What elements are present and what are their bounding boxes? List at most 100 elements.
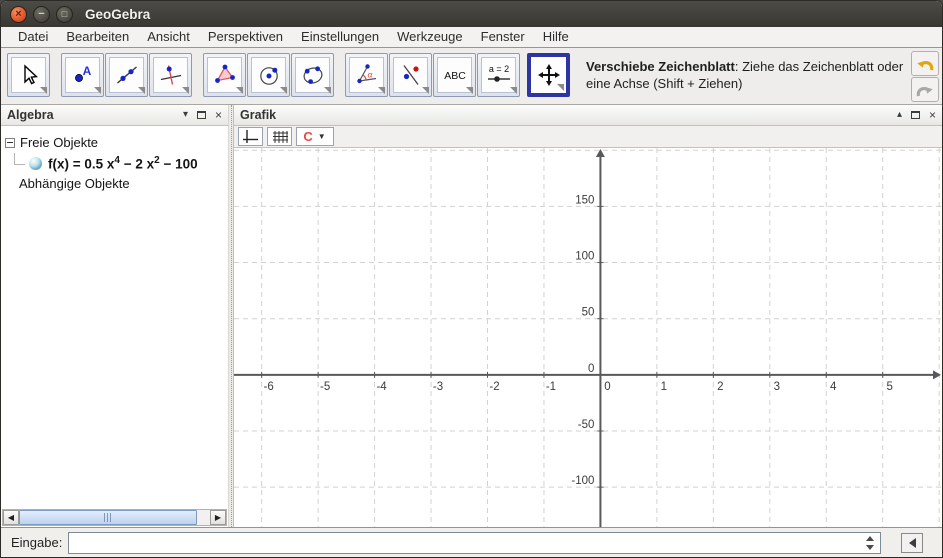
panel-close-icon[interactable]: × [929,109,936,121]
x-axis-tick-label: -1 [546,381,556,393]
window-close-button[interactable]: × [10,5,27,23]
maximize-icon: □ [61,8,68,19]
tool-dropdown-icon[interactable] [138,87,145,94]
algebra-input-field[interactable] [68,532,881,554]
tool-dropdown-icon[interactable] [324,87,331,94]
menu-datei[interactable]: Datei [9,27,57,47]
input-label: Eingabe: [11,535,63,550]
geogebra-window: × − □ GeoGebra Datei Bearbeiten Ansicht … [0,0,943,558]
algebra-panel-title: Algebra [7,108,54,122]
graphics-panel-header: Grafik ▴ × [234,105,942,126]
tool-point-button[interactable]: A [61,53,104,97]
function-tree-item[interactable]: f(x) = 0.5 x4 − 2 x2 − 100 [1,152,228,174]
tool-dropdown-icon[interactable] [378,87,385,94]
x-axis-tick-label: -5 [320,381,330,393]
input-history-spinner[interactable] [864,536,875,550]
undo-icon [917,60,934,70]
collapse-minus-icon[interactable] [5,137,15,148]
close-icon: × [15,7,22,20]
tool-ellipse-button[interactable] [291,53,334,97]
panel-undock-icon[interactable] [910,111,920,119]
tool-circle-button[interactable] [247,53,290,97]
window-minimize-button[interactable]: − [33,5,50,23]
function-definition: f(x) = 0.5 x4 − 2 x2 − 100 [48,154,198,172]
menu-werkzeuge[interactable]: Werkzeuge [388,27,472,47]
magnet-icon: C [303,129,313,144]
axes-icon [243,130,258,143]
scroll-left-arrow-icon[interactable]: ◀ [3,510,19,525]
tool-polygon-button[interactable] [203,53,246,97]
tool-perpendicular-line-button[interactable] [149,53,192,97]
point-capturing-button[interactable]: C ▼ [296,127,334,146]
tool-slider-button[interactable]: a = 2 [477,53,520,97]
menu-ansicht[interactable]: Ansicht [138,27,199,47]
y-axis-tick-label: 0 [588,363,594,375]
menu-bar: Datei Bearbeiten Ansicht Perspektiven Ei… [1,27,942,48]
input-bar: Eingabe: [1,527,942,557]
tool-dropdown-icon[interactable] [280,87,287,94]
scrollbar-track[interactable] [19,510,210,525]
tool-dropdown-icon[interactable] [94,87,101,94]
panel-close-icon[interactable]: × [215,109,222,121]
circle-with-center-icon [259,67,278,85]
tool-dropdown-icon[interactable] [40,87,47,94]
redo-button[interactable] [911,77,939,102]
new-point-icon: A [74,64,91,82]
graphics-view-canvas[interactable]: -6 -5 -4 -3 -2 -1 0 1 2 3 4 5 -100 -50 0 50 100 150 [234,148,942,527]
window-maximize-button[interactable]: □ [56,5,73,23]
undo-redo-group [911,51,939,103]
tool-text-button[interactable]: ABC [433,53,476,97]
x-axis-tick-label: -4 [376,381,387,393]
function-plot-svg[interactable]: -6 -5 -4 -3 -2 -1 0 1 2 3 4 5 -100 -50 0 50 100 150 [234,148,942,527]
panel-undock-icon[interactable] [196,111,206,119]
x-axis-tick-label: -3 [433,381,443,393]
scrollbar-grip-icon [104,513,112,522]
panel-collapse-chevron-up-icon[interactable]: ▴ [897,110,902,120]
free-objects-node[interactable]: Freie Objekte [1,133,228,152]
toggle-grid-button[interactable] [267,127,292,146]
menu-hilfe[interactable]: Hilfe [534,27,578,47]
scrollbar-thumb[interactable] [19,510,197,525]
object-visibility-marble-icon[interactable] [29,156,42,170]
tool-move-graphics-view-button[interactable] [527,53,570,97]
menu-einstellungen[interactable]: Einstellungen [292,27,388,47]
tool-dropdown-icon[interactable] [466,87,473,94]
triangle-left-icon [908,538,916,548]
tool-mirror-button[interactable] [389,53,432,97]
y-axis-tick-label: 50 [582,307,595,319]
chevron-down-icon: ▼ [317,132,326,141]
svg-text:α: α [367,70,373,80]
algebra-tree: Freie Objekte f(x) = 0.5 x4 − 2 x2 − 100… [1,126,228,527]
undo-button[interactable] [911,51,939,76]
tool-angle-button[interactable]: α [345,53,388,97]
algebra-horizontal-scrollbar[interactable]: ◀ ▶ [2,509,227,526]
x-axis-tick-label: 1 [661,381,667,393]
x-axis-tick-label: -2 [489,381,499,393]
text-tool-icon: ABC [444,70,466,82]
menu-bearbeiten[interactable]: Bearbeiten [57,27,138,47]
toggle-axes-button[interactable] [238,127,263,146]
y-axis-tick-label: -100 [571,475,594,487]
main-area: Algebra ▾ × Freie Objekte f(x) = 0.5 x4 … [1,105,942,527]
x-axis-tick-label: 2 [717,381,723,393]
menu-fenster[interactable]: Fenster [472,27,534,47]
tool-dropdown-icon[interactable] [182,87,189,94]
x-axis-arrowhead [933,370,941,380]
input-help-toggle-button[interactable] [901,533,923,553]
dependent-objects-node[interactable]: Abhängige Objekte [1,174,228,193]
tool-dropdown-icon[interactable] [557,84,564,91]
toolbar: A α ABC a = 2 Verschiebe Zeichenblatt: Z… [1,48,942,105]
tool-dropdown-icon[interactable] [422,87,429,94]
scroll-right-arrow-icon[interactable]: ▶ [210,510,226,525]
menu-perspektiven[interactable]: Perspektiven [199,27,292,47]
algebra-panel: Algebra ▾ × Freie Objekte f(x) = 0.5 x4 … [1,105,228,527]
angle-icon: α [356,64,376,84]
x-axis-tick-label: 5 [887,381,893,393]
tool-dropdown-icon[interactable] [510,87,517,94]
free-objects-label: Freie Objekte [20,135,99,150]
tool-move-button[interactable] [7,53,50,97]
panel-menu-chevron-down-icon[interactable]: ▾ [183,110,188,120]
tool-dropdown-icon[interactable] [236,87,243,94]
tool-line-button[interactable] [105,53,148,97]
x-axis-tick-label: 0 [604,381,610,393]
